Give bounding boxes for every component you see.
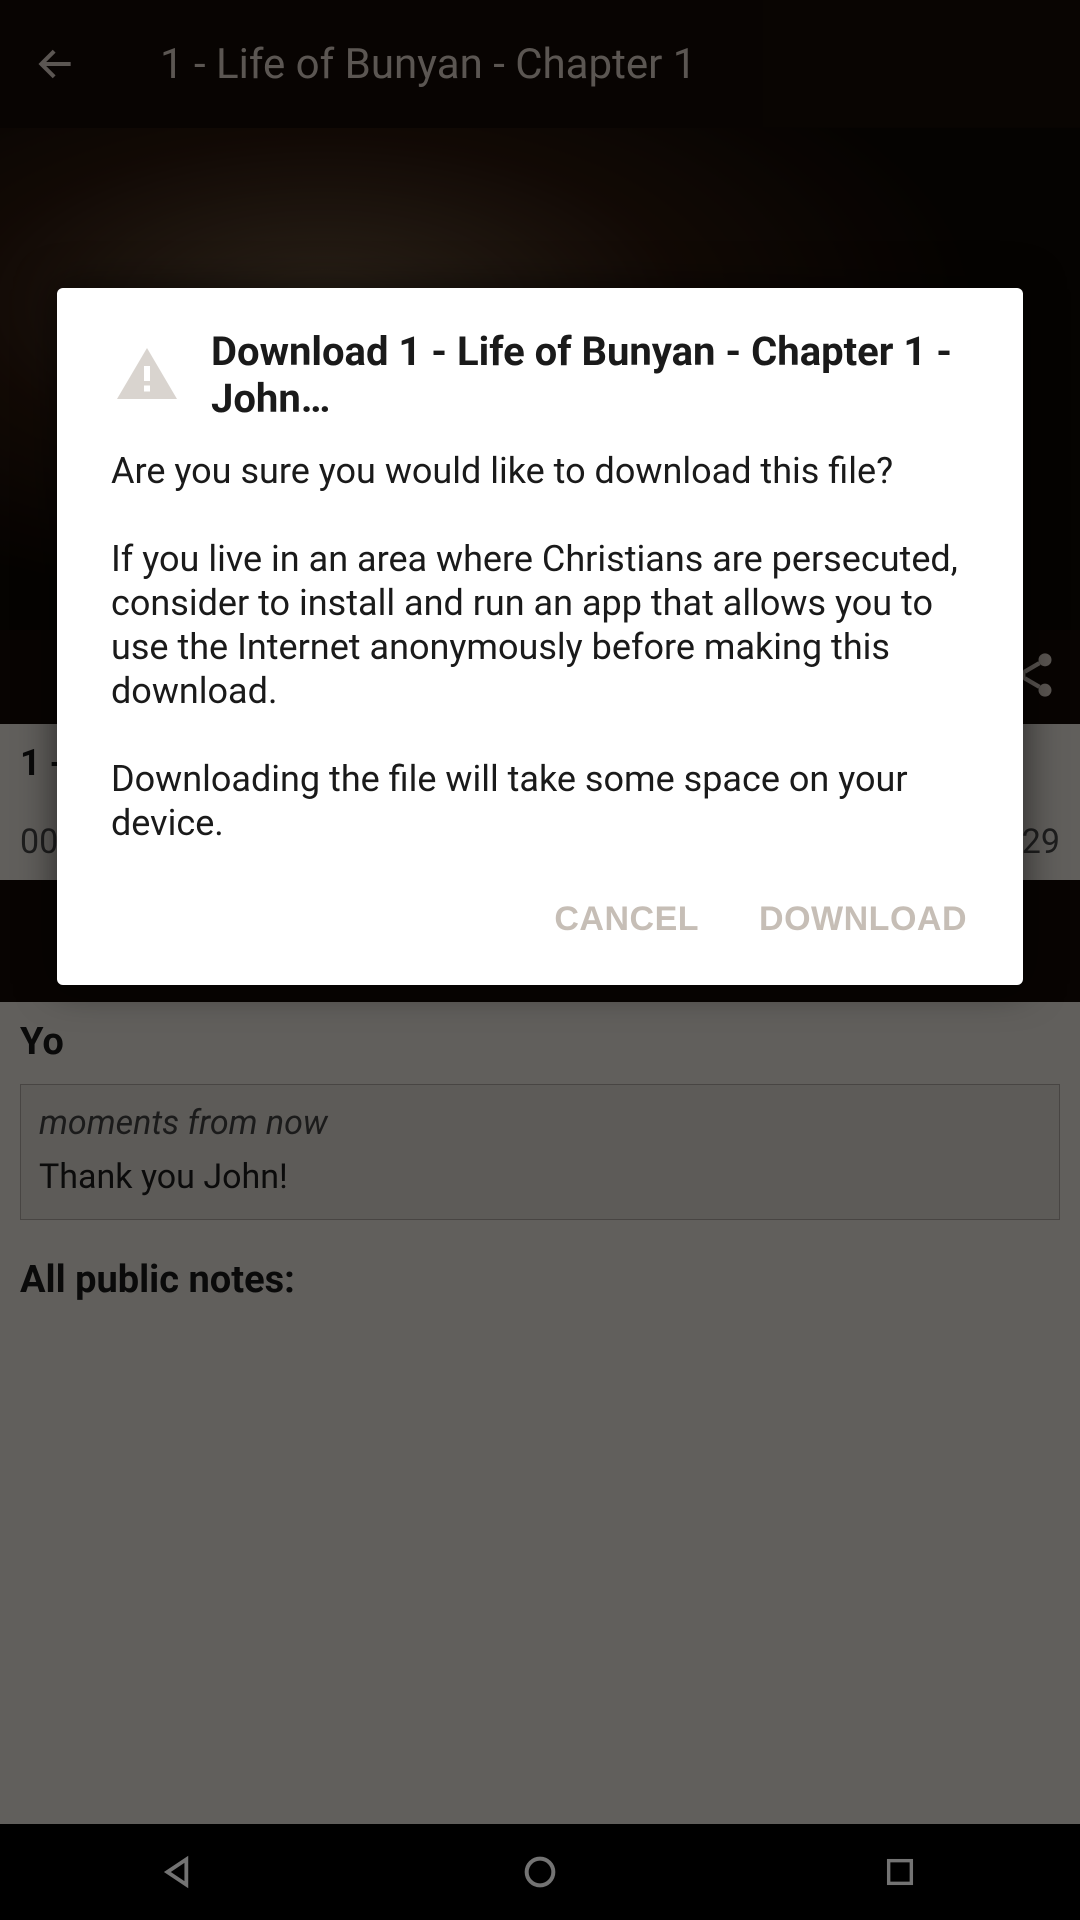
download-dialog: Download 1 - Life of Bunyan - Chapter 1 …: [57, 288, 1023, 985]
cancel-button[interactable]: CANCEL: [552, 892, 701, 947]
dialog-header: Download 1 - Life of Bunyan - Chapter 1 …: [111, 328, 969, 422]
dialog-title: Download 1 - Life of Bunyan - Chapter 1 …: [211, 328, 969, 422]
download-button[interactable]: DOWNLOAD: [757, 892, 969, 947]
app-root: 1 - Life of Bunyan - Chapter 1 1 - 00 29…: [0, 0, 1080, 1920]
dialog-body: Are you sure you would like to download …: [111, 450, 969, 845]
dialog-actions: CANCEL DOWNLOAD: [111, 882, 969, 965]
warning-icon: [111, 339, 183, 411]
